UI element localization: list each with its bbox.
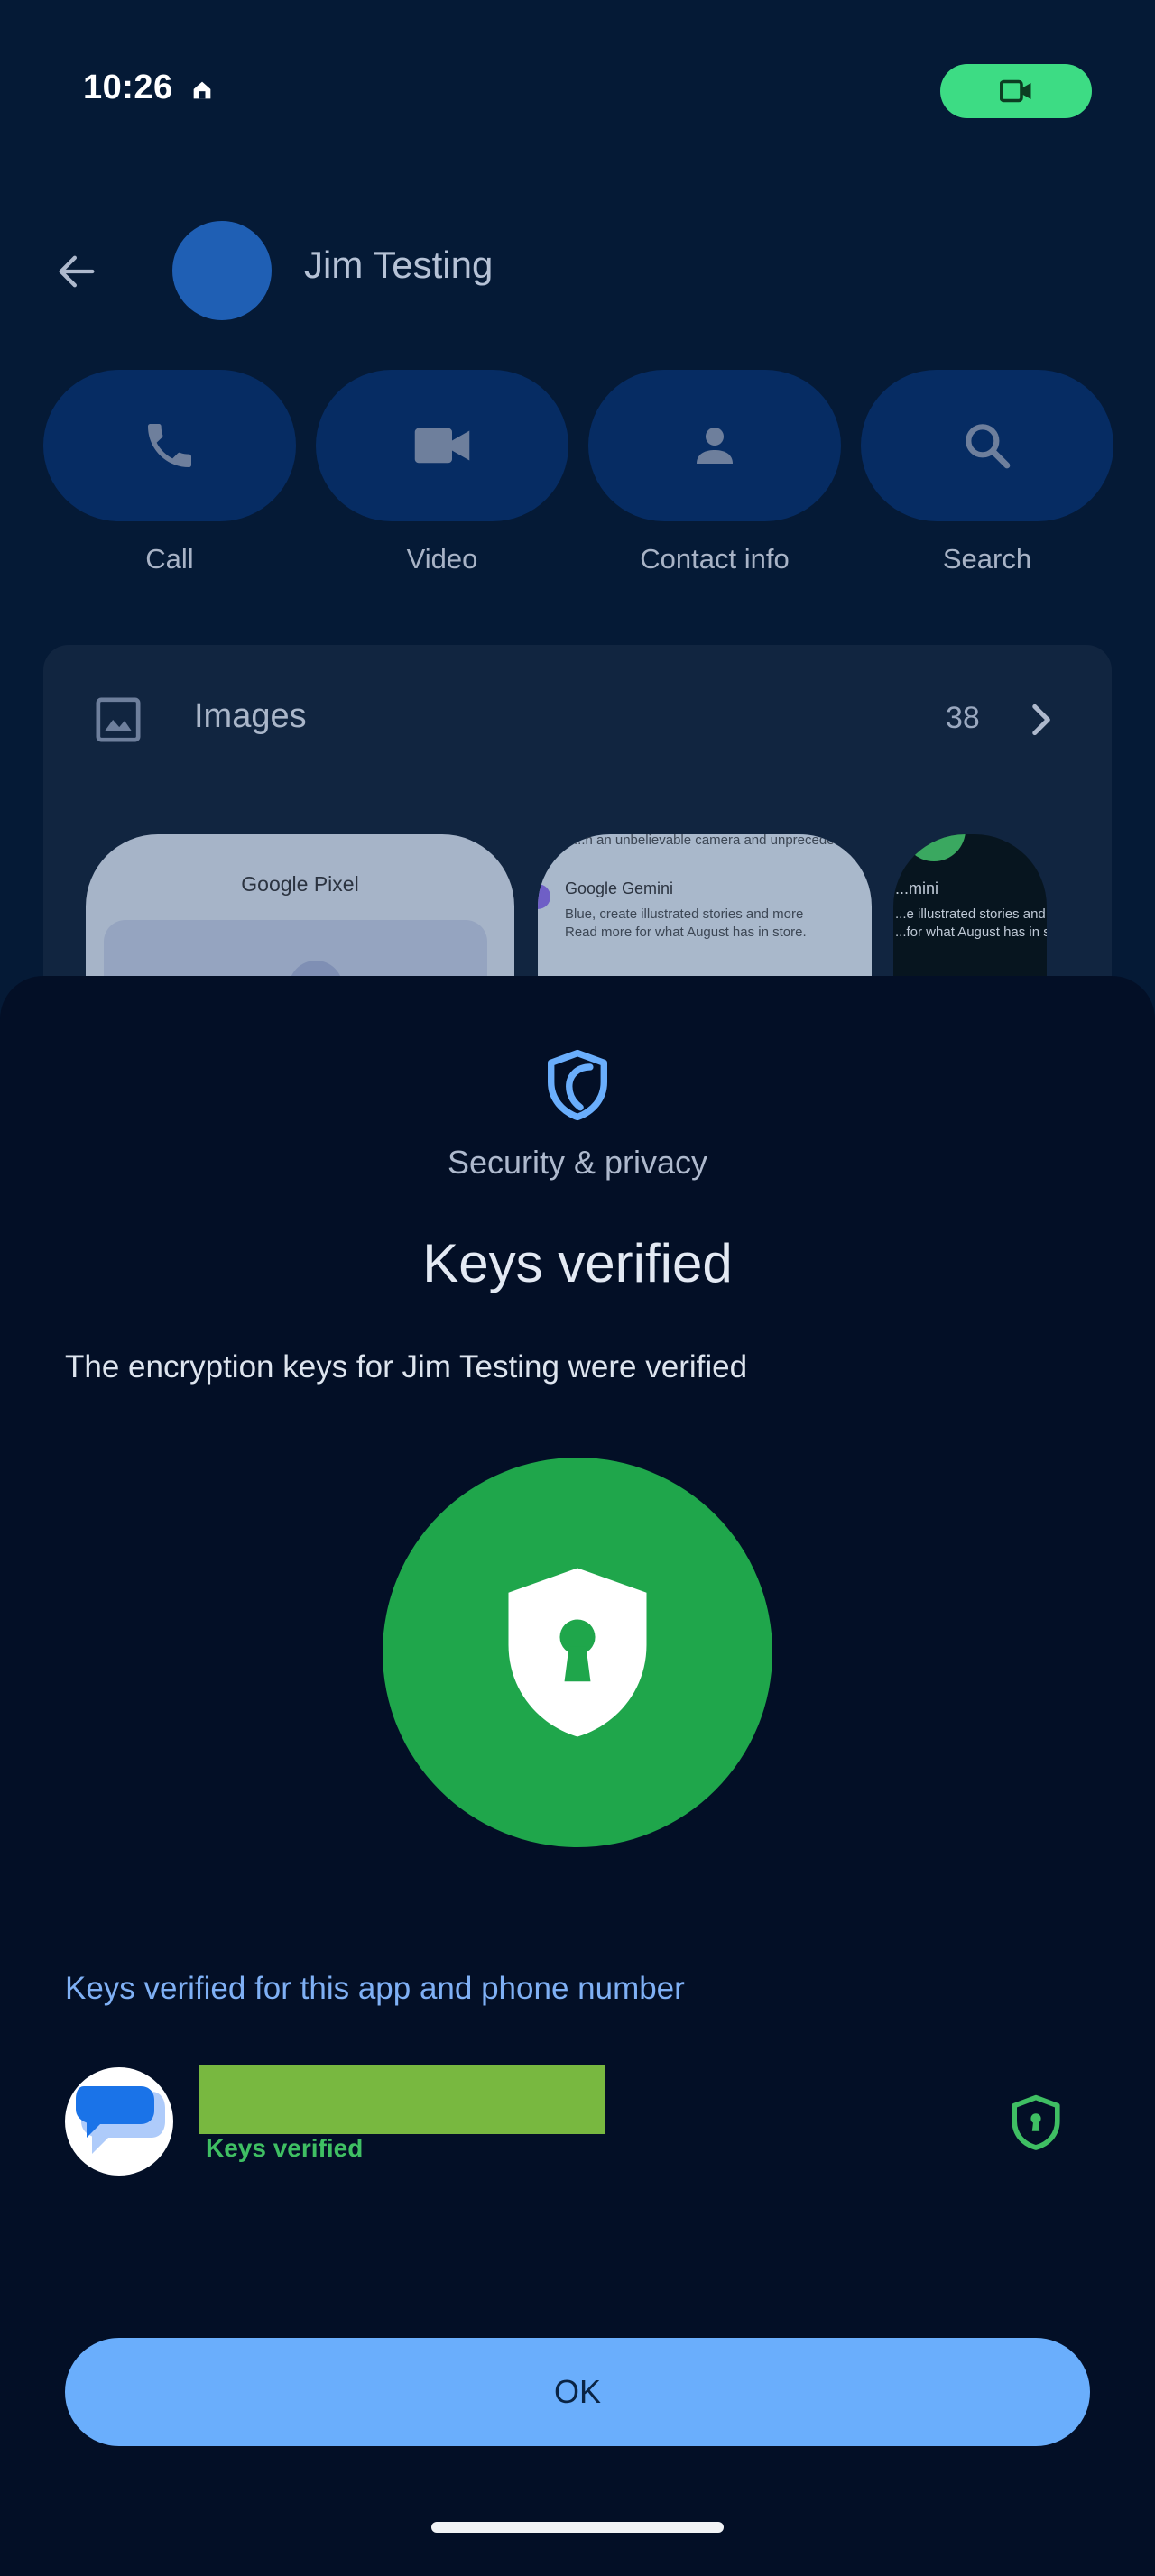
ok-button[interactable]: OK: [65, 2338, 1090, 2446]
section-label: Security & privacy: [447, 1144, 708, 1181]
thumbnail-title: Google Pixel: [241, 872, 359, 896]
home-notification-icon: [193, 81, 211, 99]
thumbnail-text: Read more for what August has in store.: [565, 925, 807, 940]
videocam-icon: [414, 428, 470, 464]
sheet-description: The encryption keys for Jim Testing were…: [65, 1349, 748, 1385]
call-label: Call: [145, 543, 194, 575]
contact-info-button[interactable]: [588, 370, 841, 521]
arrow-back-icon: [59, 255, 95, 288]
verified-for-heading: Keys verified for this app and phone num…: [65, 1971, 685, 2006]
image-icon: [96, 697, 141, 742]
phone-icon: [148, 424, 191, 467]
messages-app-icon: [65, 2067, 173, 2176]
call-button[interactable]: [43, 370, 296, 521]
chevron-right-icon[interactable]: [1018, 697, 1063, 742]
videocam-icon: [1000, 79, 1031, 103]
contact-info-label: Contact info: [640, 543, 790, 575]
thumbnail-text: Blue, create illustrated stories and mor…: [565, 906, 804, 922]
shield-keyhole-icon: [508, 1568, 647, 1737]
thumbnail-heading: ...mini: [895, 879, 939, 897]
images-count: 38: [946, 701, 980, 735]
thumbnail-text: ...for what August has in store: [895, 925, 1047, 940]
row-status: Keys verified: [206, 2134, 364, 2162]
verified-badge: [383, 1458, 772, 1847]
back-button[interactable]: [45, 240, 108, 303]
verified-shield-icon: [1012, 2094, 1060, 2150]
status-time: 10:26: [83, 69, 173, 106]
thumbnail-text: ...e illustrated stories and more: [895, 906, 1047, 922]
thumbnail-heading: Google Gemini: [565, 879, 674, 897]
video-label: Video: [406, 543, 478, 575]
security-shield-icon: [548, 1049, 607, 1121]
contact-name[interactable]: Jim Testing: [304, 244, 493, 287]
images-title: Images: [194, 697, 307, 735]
ongoing-call-chip[interactable]: [940, 64, 1092, 118]
sheet-title: Keys verified: [422, 1233, 733, 1293]
contact-avatar[interactable]: [172, 221, 272, 320]
home-indicator[interactable]: [431, 2522, 724, 2533]
thumbnail-text: ...n an unbelievable camera and unpreced…: [574, 834, 864, 848]
search-button[interactable]: [861, 370, 1113, 521]
person-icon: [697, 428, 733, 464]
redacted-phone-number: [199, 2065, 605, 2134]
search-icon: [966, 424, 1011, 469]
video-button[interactable]: [316, 370, 568, 521]
search-label: Search: [942, 543, 1032, 575]
